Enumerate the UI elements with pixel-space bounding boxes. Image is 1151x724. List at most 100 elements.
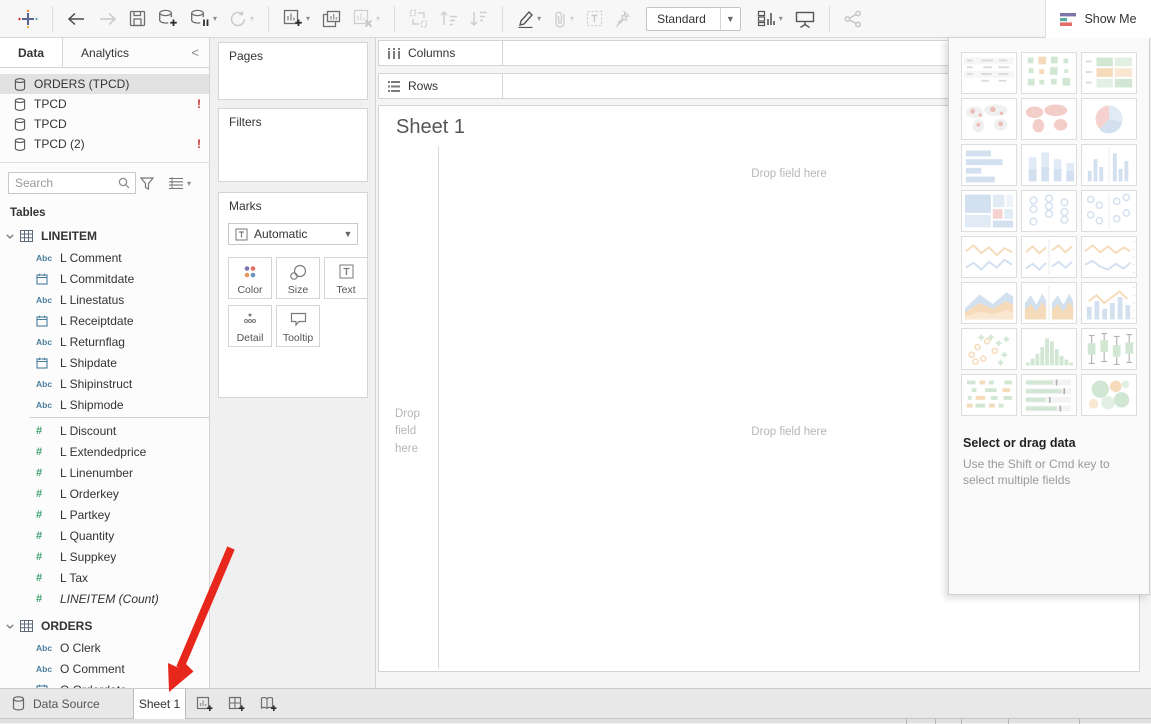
- field-item[interactable]: #L Suppkey: [0, 546, 209, 567]
- table-group-header[interactable]: ORDERS: [0, 615, 209, 637]
- view-options-caret[interactable]: ▾: [187, 179, 191, 188]
- tableau-logo-icon[interactable]: [12, 4, 44, 34]
- field-item[interactable]: #L Partkey: [0, 504, 209, 525]
- showme-tile-box-and-whisker[interactable]: [1081, 328, 1137, 370]
- showme-tile-continuous-lines[interactable]: [961, 236, 1017, 278]
- field-item[interactable]: #L Discount: [0, 420, 209, 441]
- showme-tile-dual-combination[interactable]: [1081, 282, 1137, 324]
- field-item[interactable]: AbcL Comment: [0, 247, 209, 268]
- showme-tile-side-by-side-bars[interactable]: [1081, 144, 1137, 186]
- showme-tile-symbol-map[interactable]: [961, 98, 1017, 140]
- drop-zone-left[interactable]: Drop field here: [395, 406, 431, 458]
- undo-button[interactable]: [61, 4, 92, 34]
- showme-tile-packed-bubbles[interactable]: [1081, 374, 1137, 416]
- mark-type-caret[interactable]: ▼: [339, 229, 357, 239]
- view-options-icon[interactable]: ▾: [164, 177, 195, 189]
- showme-tile-bullet-graph[interactable]: [1021, 374, 1077, 416]
- sort-descending-button[interactable]: [464, 4, 494, 34]
- showme-tile-treemap[interactable]: [961, 190, 1017, 232]
- new-worksheet-button[interactable]: ▾: [277, 4, 316, 34]
- showme-tile-continuous-area[interactable]: [961, 282, 1017, 324]
- new-story-tab-button[interactable]: [253, 689, 285, 719]
- refresh-button[interactable]: ▾: [223, 4, 260, 34]
- attach-button[interactable]: ▾: [547, 4, 580, 34]
- pause-auto-updates-button[interactable]: ▾: [184, 4, 223, 34]
- datasource-item[interactable]: TPCD: [0, 114, 209, 134]
- sort-ascending-button[interactable]: [434, 4, 464, 34]
- tooltip-button[interactable]: Tooltip: [276, 305, 320, 347]
- field-item[interactable]: AbcL Shipmode: [0, 394, 209, 415]
- field-item[interactable]: #L Quantity: [0, 525, 209, 546]
- new-worksheet-caret[interactable]: ▾: [306, 14, 310, 23]
- color-button[interactable]: Color: [228, 257, 272, 299]
- swap-rows-columns-button[interactable]: [403, 4, 434, 34]
- showme-tile-gantt[interactable]: [961, 374, 1017, 416]
- tab-sheet-1[interactable]: Sheet 1: [133, 689, 186, 719]
- collapse-pane-button[interactable]: <: [181, 38, 209, 67]
- search-input[interactable]: [8, 172, 136, 194]
- text-button[interactable]: Text: [324, 257, 368, 299]
- datasource-item[interactable]: TPCD!: [0, 94, 209, 114]
- datasource-item[interactable]: ORDERS (TPCD): [0, 74, 209, 94]
- duplicate-sheet-button[interactable]: [316, 4, 347, 34]
- pages-shelf[interactable]: Pages: [218, 42, 368, 100]
- pause-updates-caret[interactable]: ▾: [213, 14, 217, 23]
- field-item[interactable]: AbcO Clerk: [0, 637, 209, 658]
- new-data-source-button[interactable]: [152, 4, 184, 34]
- tab-analytics[interactable]: Analytics: [63, 38, 147, 67]
- field-item[interactable]: #LINEITEM (Count): [0, 588, 209, 609]
- showme-tile-horizontal-bars[interactable]: [961, 144, 1017, 186]
- showme-tile-filled-map[interactable]: [1021, 98, 1077, 140]
- fix-axes-pin-button[interactable]: [609, 4, 636, 34]
- show-me-button[interactable]: Show Me: [1045, 0, 1151, 38]
- new-worksheet-tab-button[interactable]: [189, 689, 221, 719]
- refresh-caret[interactable]: ▾: [250, 14, 254, 23]
- detail-button[interactable]: Detail: [228, 305, 272, 347]
- field-item[interactable]: O Orderdate: [0, 679, 209, 688]
- showme-tile-dual-lines[interactable]: [1081, 236, 1137, 278]
- highlight-caret[interactable]: ▾: [537, 14, 541, 23]
- showme-tile-side-by-side-circles[interactable]: [1081, 190, 1137, 232]
- tab-data[interactable]: Data: [0, 38, 63, 67]
- showme-tile-discrete-area[interactable]: [1021, 282, 1077, 324]
- showme-tile-heat-map[interactable]: [1021, 52, 1077, 94]
- show-mark-labels-caret[interactable]: ▾: [779, 14, 783, 23]
- show-mark-labels-button[interactable]: ▾: [751, 4, 789, 34]
- field-item[interactable]: L Commitdate: [0, 268, 209, 289]
- filter-fields-icon[interactable]: [136, 177, 158, 190]
- showme-tile-scatter-plot[interactable]: [961, 328, 1017, 370]
- clear-sheet-caret[interactable]: ▾: [376, 14, 380, 23]
- filters-shelf[interactable]: Filters: [218, 108, 368, 182]
- mark-type-dropdown[interactable]: Automatic ▼: [228, 223, 358, 245]
- share-button[interactable]: [838, 4, 868, 34]
- showme-tile-discrete-lines[interactable]: [1021, 236, 1077, 278]
- text-label-button[interactable]: [580, 4, 609, 34]
- fit-mode-caret[interactable]: ▼: [720, 8, 740, 30]
- redo-button[interactable]: [92, 4, 123, 34]
- showme-tile-histogram[interactable]: [1021, 328, 1077, 370]
- new-dashboard-tab-button[interactable]: [221, 689, 253, 719]
- size-button[interactable]: Size: [276, 257, 320, 299]
- field-item[interactable]: L Shipdate: [0, 352, 209, 373]
- field-item[interactable]: L Receiptdate: [0, 310, 209, 331]
- field-item[interactable]: AbcL Linestatus: [0, 289, 209, 310]
- clear-sheet-button[interactable]: ▾: [347, 4, 386, 34]
- showme-tile-pie-chart[interactable]: [1081, 98, 1137, 140]
- field-item[interactable]: #L Tax: [0, 567, 209, 588]
- fit-mode-select[interactable]: Standard ▼: [646, 7, 741, 31]
- field-item[interactable]: AbcO Comment: [0, 658, 209, 679]
- showme-tile-text-table[interactable]: [961, 52, 1017, 94]
- datasource-item[interactable]: TPCD (2)!: [0, 134, 209, 154]
- showme-tile-highlight-table[interactable]: [1081, 52, 1137, 94]
- save-button[interactable]: [123, 4, 152, 34]
- field-item[interactable]: AbcL Shipinstruct: [0, 373, 209, 394]
- highlight-button[interactable]: ▾: [511, 4, 547, 34]
- field-item[interactable]: #L Linenumber: [0, 462, 209, 483]
- tab-data-source[interactable]: Data Source: [0, 689, 120, 718]
- field-item[interactable]: AbcL Returnflag: [0, 331, 209, 352]
- field-item[interactable]: #L Extendedprice: [0, 441, 209, 462]
- presentation-mode-button[interactable]: [789, 4, 821, 34]
- showme-tile-stacked-bars[interactable]: [1021, 144, 1077, 186]
- table-group-header[interactable]: LINEITEM: [0, 225, 209, 247]
- field-item[interactable]: #L Orderkey: [0, 483, 209, 504]
